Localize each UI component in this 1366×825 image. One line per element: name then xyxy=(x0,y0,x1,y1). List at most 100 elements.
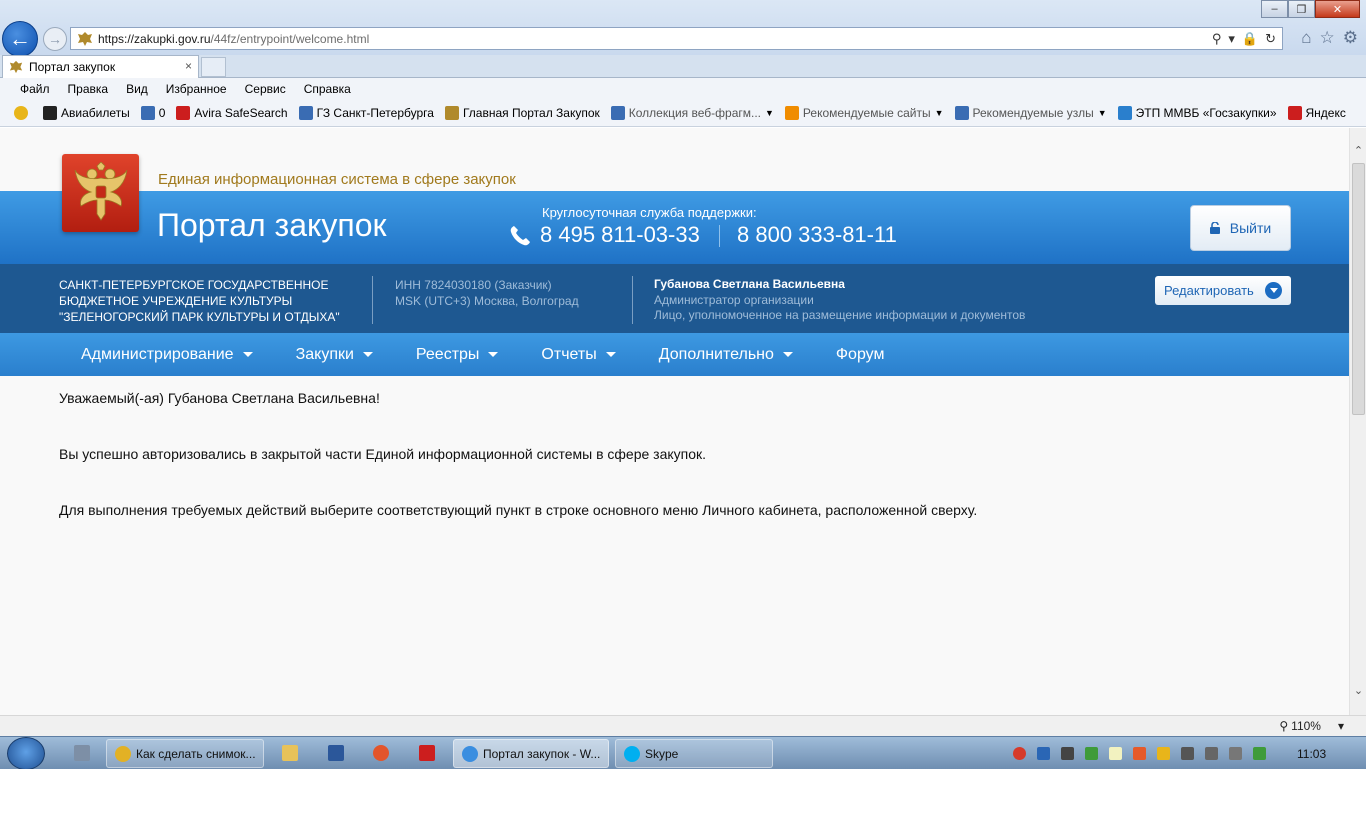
blank-area xyxy=(0,769,1366,825)
zoom-level: 110% xyxy=(1291,719,1321,733)
header-top: Единая информационная система в сфере за… xyxy=(0,128,1349,191)
flag-icon[interactable] xyxy=(1229,747,1242,760)
nav-reports[interactable]: Отчеты xyxy=(541,346,616,364)
forward-button[interactable]: → xyxy=(43,27,67,51)
minimize-button[interactable]: – xyxy=(1261,0,1288,18)
menu-edit[interactable]: Правка xyxy=(68,82,109,96)
favorites-star-icon[interactable] xyxy=(14,106,32,120)
tray-app-icon[interactable] xyxy=(1013,747,1026,760)
phone-icon xyxy=(510,226,530,246)
chevron-down-icon xyxy=(1265,282,1282,299)
chevron-down-icon: ▾ xyxy=(1337,719,1344,733)
clock[interactable]: 11:03 xyxy=(1297,747,1326,761)
nav-registries[interactable]: Реестры xyxy=(416,346,499,364)
tray-app-icon[interactable] xyxy=(1037,747,1050,760)
nav-additional[interactable]: Дополнительно xyxy=(659,346,793,364)
new-tab-button[interactable] xyxy=(201,57,226,77)
ie-icon xyxy=(462,745,478,762)
logout-button[interactable]: Выйти xyxy=(1190,205,1291,251)
nav-administration[interactable]: Администрирование xyxy=(81,346,253,364)
taskbar-item-chrome[interactable]: Как сделать снимок... xyxy=(106,739,264,768)
back-button[interactable]: ← xyxy=(2,21,38,57)
organization-name: САНКТ-ПЕТЕРБУРГСКОЕ ГОСУДАРСТВЕННОЕ БЮДЖ… xyxy=(59,278,340,324)
ie-page-icon xyxy=(298,106,313,120)
site-tagline: Единая информационная система в сфере за… xyxy=(158,171,516,188)
favorite-item[interactable]: Рекомендуемые узлы ▼ xyxy=(954,106,1107,120)
bing-icon xyxy=(784,106,799,120)
restore-button[interactable]: ❐ xyxy=(1288,0,1315,18)
favorite-item[interactable]: 0 xyxy=(140,106,165,120)
favorite-item[interactable]: Авиабилеты xyxy=(43,106,130,120)
chevron-down-icon[interactable]: ▾ xyxy=(1228,31,1235,47)
media-player-icon[interactable] xyxy=(373,745,389,761)
phone-divider xyxy=(719,225,720,247)
volume-icon[interactable] xyxy=(1181,747,1194,760)
scroll-down-icon[interactable]: ⌄ xyxy=(1352,684,1365,697)
tray-app-icon[interactable] xyxy=(1157,747,1170,760)
zoom-icon: ⚲ xyxy=(1279,719,1289,733)
favorite-item[interactable]: Яндекс xyxy=(1287,106,1346,120)
window-controls: – ❐ ✕ xyxy=(1261,0,1360,18)
double-headed-eagle-icon xyxy=(74,162,127,221)
search-icon[interactable]: ⚲ xyxy=(1212,31,1222,47)
favorites-bar: Авиабилеты 0 Avira SafeSearch ГЗ Санкт-П… xyxy=(0,100,1366,127)
folder-icon[interactable] xyxy=(282,745,298,761)
menu-bar: Файл Правка Вид Избранное Сервис Справка xyxy=(0,78,1366,100)
menu-file[interactable]: Файл xyxy=(20,82,50,96)
taskbar-item-skype[interactable]: Skype xyxy=(615,739,773,768)
tray-app-icon[interactable] xyxy=(1085,747,1098,760)
yandex-browser-icon[interactable] xyxy=(419,745,435,761)
url-text: https://zakupki.gov.ru/44fz/entrypoint/w… xyxy=(98,31,370,46)
tray-app-icon[interactable] xyxy=(1253,747,1266,760)
taskbar-item-ie[interactable]: Портал закупок - W... xyxy=(453,739,609,768)
zoom-control[interactable]: ⚲ 110% ▾ xyxy=(1279,719,1344,733)
divider xyxy=(632,276,633,324)
favorite-item[interactable]: Главная Портал Закупок xyxy=(444,106,600,120)
lock-icon[interactable]: 🔒 xyxy=(1242,31,1258,47)
tray-app-icon[interactable] xyxy=(1061,747,1074,760)
scroll-up-icon[interactable]: ⌃ xyxy=(1352,144,1365,157)
tray-app-icon[interactable] xyxy=(1109,747,1122,760)
portal-title[interactable]: Портал закупок xyxy=(157,207,387,244)
nav-purchases[interactable]: Закупки xyxy=(296,346,373,364)
menu-favorites[interactable]: Избранное xyxy=(166,82,227,96)
address-bar[interactable]: https://zakupki.gov.ru/44fz/entrypoint/w… xyxy=(70,27,1283,50)
calendar-icon[interactable] xyxy=(1133,747,1146,760)
organization-info: САНКТ-ПЕТЕРБУРГСКОЕ ГОСУДАРСТВЕННОЕ БЮДЖ… xyxy=(0,264,1349,333)
instruction-text: Для выполнения требуемых действий выбери… xyxy=(59,502,978,518)
home-icon[interactable]: ⌂ xyxy=(1301,28,1311,48)
favorite-item[interactable]: Avira SafeSearch xyxy=(176,106,288,120)
favorite-item[interactable]: ЭТП ММВБ «Госзакупки» xyxy=(1117,106,1277,120)
arrow-right-icon: → xyxy=(48,31,62,47)
ie-page-icon xyxy=(954,106,969,120)
gear-icon[interactable]: ⚙ xyxy=(1343,28,1358,48)
close-button[interactable]: ✕ xyxy=(1315,0,1360,18)
favorite-item[interactable]: Коллекция веб-фрагм... ▼ xyxy=(610,106,774,120)
user-role: Администратор организации xyxy=(654,293,814,307)
vertical-scrollbar[interactable]: ⌃ ⌄ xyxy=(1349,128,1366,715)
network-icon[interactable] xyxy=(74,745,90,761)
scroll-thumb[interactable] xyxy=(1352,163,1365,415)
edit-button[interactable]: Редактировать xyxy=(1155,276,1291,305)
coat-of-arms-logo[interactable] xyxy=(62,154,139,232)
word-icon[interactable] xyxy=(328,745,344,761)
favorite-item[interactable]: Рекомендуемые сайты ▼ xyxy=(784,106,944,120)
menu-help[interactable]: Справка xyxy=(304,82,351,96)
tab-portal[interactable]: Портал закупок × xyxy=(2,55,199,78)
ie-page-icon xyxy=(140,106,155,120)
tab-close-icon[interactable]: × xyxy=(185,59,192,73)
chrome-icon xyxy=(115,745,131,762)
start-button[interactable] xyxy=(7,737,45,770)
web-page: Единая информационная система в сфере за… xyxy=(0,128,1349,715)
star-icon[interactable]: ☆ xyxy=(1320,28,1335,48)
caret-down-icon xyxy=(488,352,499,357)
caret-down-icon xyxy=(242,352,253,357)
avira-icon xyxy=(176,106,191,120)
coat-of-arms-icon xyxy=(444,106,459,120)
network-tray-icon[interactable] xyxy=(1205,747,1218,760)
favorite-item[interactable]: ГЗ Санкт-Петербурга xyxy=(298,106,434,120)
refresh-icon[interactable]: ↻ xyxy=(1265,31,1276,47)
menu-view[interactable]: Вид xyxy=(126,82,148,96)
menu-tools[interactable]: Сервис xyxy=(245,82,286,96)
nav-forum[interactable]: Форум xyxy=(836,346,885,364)
